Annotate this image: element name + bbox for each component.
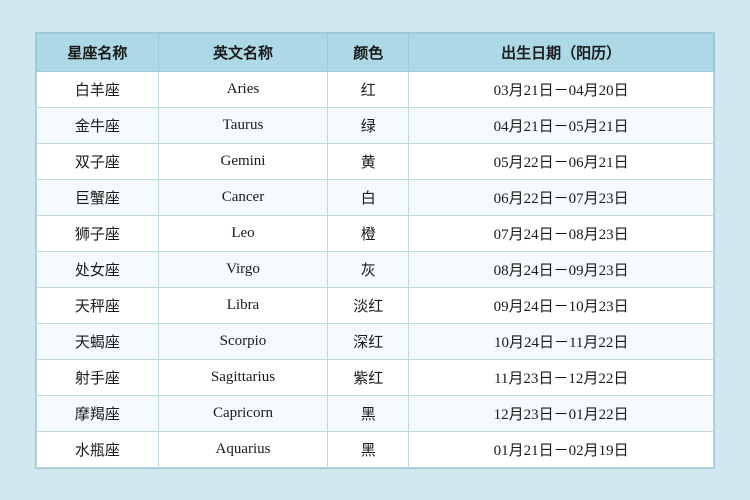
- cell-cn: 天蝎座: [37, 323, 159, 359]
- table-row: 天蝎座Scorpio深红10月24日－11月22日: [37, 323, 714, 359]
- table-header-row: 星座名称 英文名称 颜色 出生日期（阳历）: [37, 33, 714, 71]
- zodiac-table: 星座名称 英文名称 颜色 出生日期（阳历） 白羊座Aries红03月21日－04…: [36, 33, 714, 468]
- cell-date: 04月21日－05月21日: [409, 107, 714, 143]
- cell-cn: 天秤座: [37, 287, 159, 323]
- cell-date: 10月24日－11月22日: [409, 323, 714, 359]
- cell-en: Virgo: [158, 251, 327, 287]
- cell-color: 黄: [328, 143, 409, 179]
- cell-color: 黑: [328, 431, 409, 467]
- cell-date: 12月23日－01月22日: [409, 395, 714, 431]
- cell-en: Taurus: [158, 107, 327, 143]
- cell-en: Aquarius: [158, 431, 327, 467]
- table-row: 天秤座Libra淡红09月24日－10月23日: [37, 287, 714, 323]
- header-en: 英文名称: [158, 33, 327, 71]
- cell-color: 白: [328, 179, 409, 215]
- cell-cn: 处女座: [37, 251, 159, 287]
- cell-cn: 巨蟹座: [37, 179, 159, 215]
- cell-date: 11月23日－12月22日: [409, 359, 714, 395]
- cell-en: Scorpio: [158, 323, 327, 359]
- cell-color: 淡红: [328, 287, 409, 323]
- header-date: 出生日期（阳历）: [409, 33, 714, 71]
- cell-cn: 白羊座: [37, 71, 159, 107]
- zodiac-table-container: 星座名称 英文名称 颜色 出生日期（阳历） 白羊座Aries红03月21日－04…: [35, 32, 715, 469]
- cell-color: 橙: [328, 215, 409, 251]
- cell-en: Capricorn: [158, 395, 327, 431]
- cell-color: 黑: [328, 395, 409, 431]
- cell-cn: 水瓶座: [37, 431, 159, 467]
- table-row: 双子座Gemini黄05月22日－06月21日: [37, 143, 714, 179]
- cell-date: 08月24日－09月23日: [409, 251, 714, 287]
- header-color: 颜色: [328, 33, 409, 71]
- table-row: 金牛座Taurus绿04月21日－05月21日: [37, 107, 714, 143]
- cell-color: 红: [328, 71, 409, 107]
- cell-cn: 射手座: [37, 359, 159, 395]
- header-cn: 星座名称: [37, 33, 159, 71]
- cell-color: 绿: [328, 107, 409, 143]
- cell-cn: 摩羯座: [37, 395, 159, 431]
- table-row: 摩羯座Capricorn黑12月23日－01月22日: [37, 395, 714, 431]
- cell-en: Sagittarius: [158, 359, 327, 395]
- table-row: 白羊座Aries红03月21日－04月20日: [37, 71, 714, 107]
- cell-date: 09月24日－10月23日: [409, 287, 714, 323]
- cell-en: Leo: [158, 215, 327, 251]
- table-row: 处女座Virgo灰08月24日－09月23日: [37, 251, 714, 287]
- cell-date: 03月21日－04月20日: [409, 71, 714, 107]
- table-row: 水瓶座Aquarius黑01月21日－02月19日: [37, 431, 714, 467]
- cell-cn: 狮子座: [37, 215, 159, 251]
- table-row: 狮子座Leo橙07月24日－08月23日: [37, 215, 714, 251]
- cell-en: Libra: [158, 287, 327, 323]
- cell-en: Cancer: [158, 179, 327, 215]
- cell-cn: 双子座: [37, 143, 159, 179]
- cell-date: 05月22日－06月21日: [409, 143, 714, 179]
- cell-cn: 金牛座: [37, 107, 159, 143]
- cell-en: Gemini: [158, 143, 327, 179]
- cell-color: 灰: [328, 251, 409, 287]
- cell-en: Aries: [158, 71, 327, 107]
- table-row: 巨蟹座Cancer白06月22日－07月23日: [37, 179, 714, 215]
- table-row: 射手座Sagittarius紫红11月23日－12月22日: [37, 359, 714, 395]
- cell-date: 01月21日－02月19日: [409, 431, 714, 467]
- cell-date: 07月24日－08月23日: [409, 215, 714, 251]
- cell-date: 06月22日－07月23日: [409, 179, 714, 215]
- cell-color: 深红: [328, 323, 409, 359]
- cell-color: 紫红: [328, 359, 409, 395]
